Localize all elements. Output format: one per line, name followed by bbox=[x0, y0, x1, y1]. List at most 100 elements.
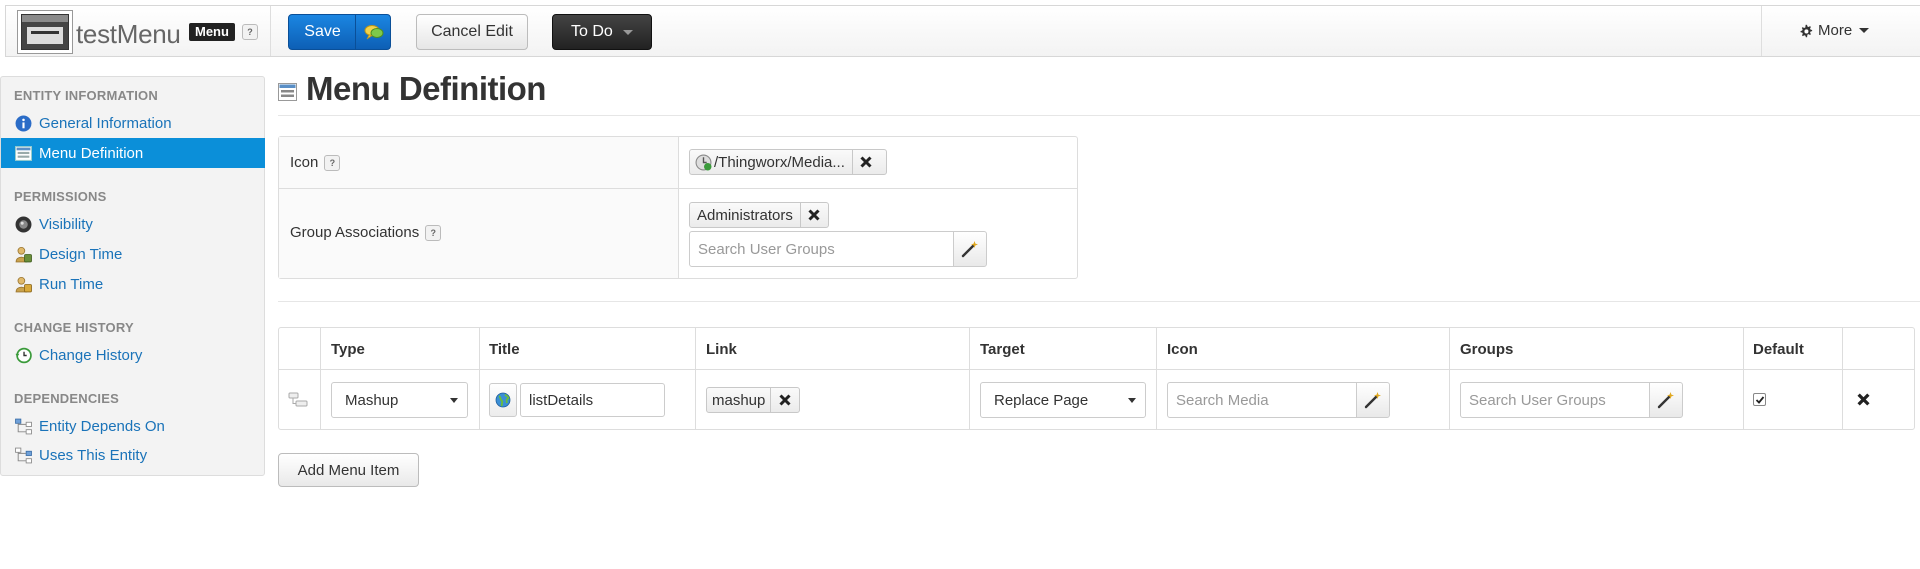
sidebar-heading-change-history: CHANGE HISTORY bbox=[14, 320, 134, 335]
close-icon bbox=[779, 394, 791, 406]
dependency-icon bbox=[15, 447, 32, 463]
menu-items-table: Type Title Link Target Icon Groups Defau… bbox=[278, 327, 1915, 430]
run-time-icon bbox=[15, 276, 32, 292]
sidebar-item-label: General Information bbox=[39, 114, 172, 132]
help-icon[interactable]: ? bbox=[242, 24, 258, 40]
magic-wand-icon bbox=[1657, 392, 1674, 409]
group-picker-button[interactable] bbox=[953, 231, 987, 267]
globe-icon bbox=[495, 392, 511, 408]
column-header-icon: Icon bbox=[1167, 341, 1198, 358]
comment-bubble-icon[interactable] bbox=[364, 24, 384, 40]
menu-items-header bbox=[279, 328, 1914, 370]
group-associations-label: Group Associations bbox=[290, 224, 420, 241]
media-picker-button[interactable] bbox=[1356, 382, 1390, 418]
sidebar-item-label: Menu Definition bbox=[39, 144, 144, 162]
group-tag-text: Administrators bbox=[697, 206, 793, 224]
close-icon bbox=[860, 156, 872, 168]
more-button-label: More bbox=[1818, 22, 1853, 39]
sidebar-item-visibility[interactable]: Visibility bbox=[1, 209, 265, 239]
visibility-icon bbox=[15, 216, 32, 232]
title-input[interactable] bbox=[520, 383, 665, 417]
remove-group-button[interactable] bbox=[799, 203, 828, 227]
group-tag-administrators: Administrators bbox=[689, 202, 829, 228]
column-header-type: Type bbox=[331, 341, 365, 358]
info-icon bbox=[15, 115, 32, 131]
checkmark-icon bbox=[1755, 395, 1764, 404]
close-icon bbox=[808, 209, 820, 221]
menu-definition-properties: Icon ? /Thingworx/Media... Group Associa… bbox=[278, 136, 1078, 279]
add-menu-item-button[interactable]: Add Menu Item bbox=[278, 453, 419, 487]
search-user-groups-input[interactable] bbox=[1460, 382, 1650, 418]
icon-value-text: /Thingworx/Media... bbox=[714, 153, 845, 171]
help-icon[interactable]: ? bbox=[324, 154, 341, 171]
page-title: Menu Definition bbox=[306, 70, 546, 107]
todo-button-label: To Do bbox=[571, 23, 613, 40]
sidebar-item-change-history[interactable]: Change History bbox=[1, 340, 265, 370]
chevron-down-icon bbox=[450, 398, 458, 403]
media-icon bbox=[695, 154, 712, 170]
sidebar-item-label: Visibility bbox=[39, 215, 93, 233]
sidebar-item-menu-definition[interactable]: Menu Definition bbox=[1, 138, 265, 168]
section-divider bbox=[278, 301, 1920, 302]
todo-dropdown-button[interactable]: To Do bbox=[552, 14, 652, 50]
menu-icon bbox=[15, 145, 32, 161]
sidebar-item-general-information[interactable]: General Information bbox=[1, 108, 265, 138]
title-localize-button[interactable] bbox=[489, 383, 517, 417]
gear-icon bbox=[1800, 24, 1813, 37]
sidebar-item-label: Run Time bbox=[39, 275, 104, 293]
magic-wand-icon bbox=[1364, 392, 1381, 409]
remove-link-button[interactable] bbox=[770, 388, 799, 412]
sidebar-heading-dependencies: DEPENDENCIES bbox=[14, 391, 119, 406]
dependency-icon bbox=[15, 418, 32, 434]
column-header-default: Default bbox=[1753, 341, 1804, 358]
group-picker-button[interactable] bbox=[1649, 382, 1683, 418]
sidebar-item-label: Uses This Entity bbox=[39, 446, 148, 464]
sidebar: ENTITY INFORMATION General Information M… bbox=[0, 76, 265, 476]
design-time-icon bbox=[15, 246, 32, 262]
chevron-down-icon bbox=[1128, 398, 1136, 403]
remove-icon-button[interactable] bbox=[851, 150, 880, 174]
group-associations-row: Group Associations ? bbox=[279, 189, 679, 278]
header-divider bbox=[270, 6, 271, 56]
sidebar-item-design-time[interactable]: Design Time bbox=[1, 239, 265, 269]
default-checkbox[interactable] bbox=[1753, 393, 1766, 406]
delete-row-icon[interactable] bbox=[1857, 393, 1870, 406]
search-user-groups-input[interactable] bbox=[689, 231, 954, 267]
drag-handle-icon[interactable] bbox=[288, 392, 308, 408]
column-header-target: Target bbox=[980, 341, 1025, 358]
entity-header: testMenu Menu ? Save Cancel Edit To Do M… bbox=[5, 5, 1920, 57]
chevron-down-icon bbox=[1859, 28, 1870, 33]
cancel-edit-button[interactable]: Cancel Edit bbox=[416, 14, 528, 50]
column-header-link: Link bbox=[706, 341, 737, 358]
link-tag-text: mashup bbox=[712, 391, 766, 409]
column-header-groups: Groups bbox=[1460, 341, 1514, 358]
more-menu-area: More bbox=[1761, 6, 1920, 56]
sidebar-heading-entity-information: ENTITY INFORMATION bbox=[14, 88, 158, 103]
magic-wand-icon bbox=[961, 241, 978, 258]
save-button[interactable]: Save bbox=[288, 14, 391, 50]
sidebar-item-label: Entity Depends On bbox=[39, 417, 165, 435]
target-select-value: Replace Page bbox=[994, 391, 1089, 409]
sidebar-item-run-time[interactable]: Run Time bbox=[1, 269, 265, 299]
more-menu-button[interactable]: More bbox=[1799, 22, 1870, 39]
entity-name: testMenu bbox=[76, 19, 181, 49]
type-select[interactable]: Mashup bbox=[331, 382, 468, 418]
menu-icon bbox=[278, 83, 297, 101]
title-divider bbox=[278, 115, 1920, 116]
icon-value-tag: /Thingworx/Media... bbox=[689, 149, 887, 175]
target-select[interactable]: Replace Page bbox=[980, 382, 1146, 418]
search-media-input[interactable] bbox=[1167, 382, 1357, 418]
entity-thumbnail bbox=[17, 10, 73, 54]
help-icon[interactable]: ? bbox=[425, 224, 442, 241]
entity-type-badge: Menu bbox=[189, 23, 235, 41]
column-header-title: Title bbox=[489, 341, 520, 358]
sidebar-item-uses-this-entity[interactable]: Uses This Entity bbox=[1, 440, 265, 470]
link-tag-mashup: mashup bbox=[706, 387, 800, 413]
sidebar-item-entity-depends-on[interactable]: Entity Depends On bbox=[1, 411, 265, 441]
icon-property-row: Icon ? /Thingworx/Media... bbox=[279, 137, 1077, 189]
save-button-label: Save bbox=[304, 23, 341, 40]
sidebar-item-label: Change History bbox=[39, 346, 143, 364]
chevron-down-icon bbox=[623, 30, 633, 35]
icon-property-label: Icon bbox=[290, 154, 319, 171]
history-icon bbox=[15, 347, 32, 363]
